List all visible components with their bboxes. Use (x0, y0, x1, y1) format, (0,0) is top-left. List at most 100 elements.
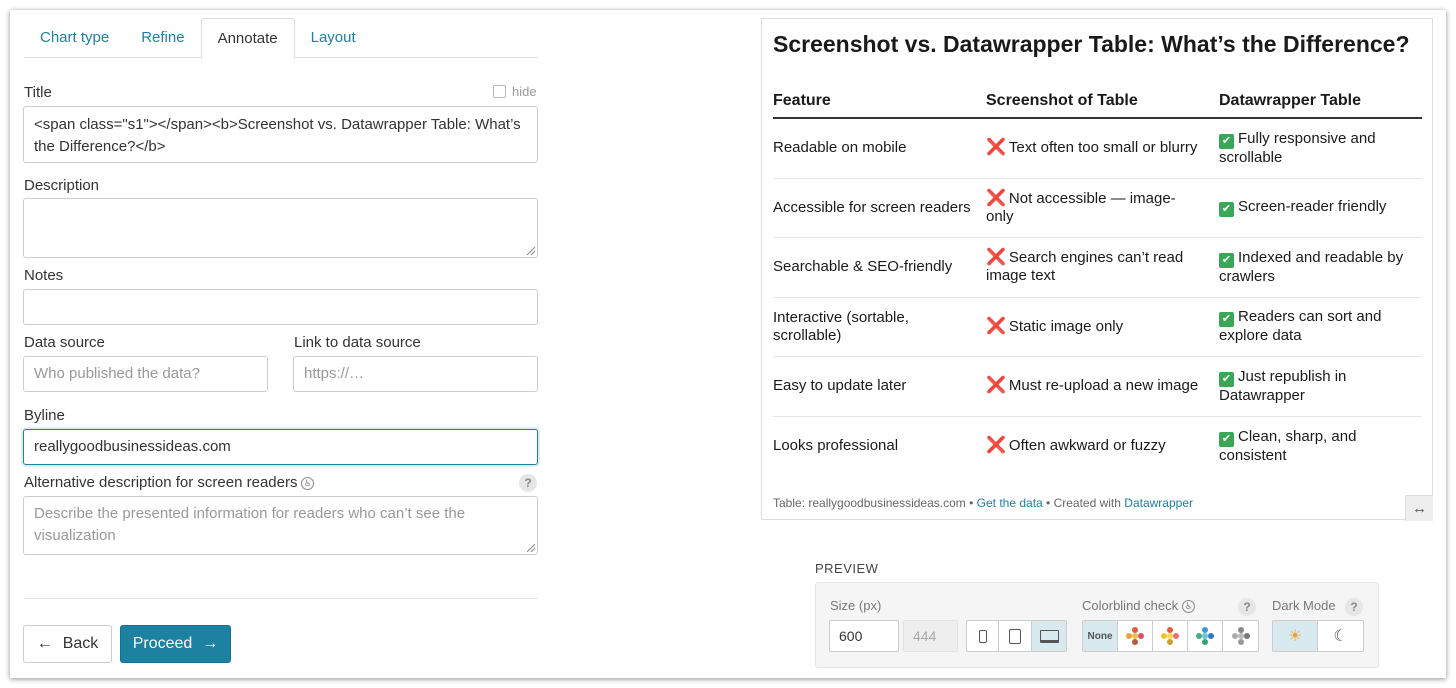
x-icon: ❌ (986, 317, 1006, 335)
screenshot-cell: ❌ Must re-upload a new image (986, 377, 1219, 395)
datawrapper-cell: ✔ Clean, sharp, and consistent (1219, 428, 1422, 465)
table-footer: Table: reallygoodbusinessideas.com • Get… (773, 496, 1193, 510)
help-icon[interactable]: ? (519, 474, 537, 492)
colorblind-grayscale-button[interactable] (1223, 621, 1258, 651)
feature-cell: Interactive (sortable, scrollable) (773, 309, 986, 345)
colorblind-none-button[interactable]: None (1083, 621, 1118, 651)
help-icon[interactable]: ? (1238, 598, 1256, 616)
screenshot-text: Search engines can’t read image text (986, 249, 1184, 285)
preview-heading: PREVIEW (815, 561, 879, 576)
alt-description-placeholder: Describe the presented information for r… (34, 505, 466, 544)
moon-icon[interactable]: ☾ (1318, 621, 1363, 651)
resize-preview-icon[interactable]: ↔ (1405, 495, 1433, 521)
tab-layout[interactable]: Layout (295, 18, 372, 57)
height-input: 444 (903, 620, 958, 652)
check-icon: ✔ (1219, 202, 1234, 218)
tab-refine[interactable]: Refine (125, 18, 200, 57)
datawrapper-cell: ✔ Fully responsive and scrollable (1219, 130, 1422, 167)
phone-button[interactable] (967, 621, 999, 651)
title-textarea[interactable]: <span class="s1"></span><b>Screenshot vs… (23, 106, 538, 163)
byline-label: Byline (24, 407, 65, 424)
screenshot-text: Static image only (1008, 317, 1124, 335)
comparison-table: Feature Screenshot of Table Datawrapper … (773, 85, 1422, 476)
table-title: Screenshot vs. Datawrapper Table: What’s… (773, 31, 1410, 57)
table-row: Easy to update later ❌ Must re-upload a ne… (773, 357, 1422, 417)
datawrapper-text: Readers can sort and explore data (1219, 308, 1382, 345)
notes-label: Notes (24, 267, 64, 284)
get-data-link[interactable]: Get the data (977, 496, 1043, 510)
proceed-button[interactable]: Proceed → (120, 625, 231, 663)
step-tabs: Chart type Refine Annotate Layout (24, 18, 538, 59)
table-header-row: Feature Screenshot of Table Datawrapper … (773, 85, 1422, 119)
tab-annotate[interactable]: Annotate (200, 18, 295, 59)
data-source-label: Data source (24, 334, 105, 351)
feature-text: Readable on mobile (773, 139, 907, 157)
tab-chart-type[interactable]: Chart type (24, 18, 125, 57)
width-input[interactable]: 600 (829, 620, 899, 652)
screenshot-text: Text often too small or blurry (1008, 139, 1198, 157)
arrow-right-icon: → (202, 635, 219, 652)
datawrapper-cell: ✔ Screen-reader friendly (1219, 198, 1422, 218)
colorblind-tritanopia-button[interactable] (1188, 621, 1223, 651)
byline-input[interactable]: reallygoodbusinessideas.com (23, 429, 538, 465)
x-icon: ❌ (986, 377, 1006, 395)
check-icon: ✔ (1219, 371, 1234, 387)
hide-checkbox[interactable] (493, 85, 506, 98)
back-label: Back (62, 635, 99, 652)
table-header-cell[interactable]: Screenshot of Table (986, 92, 1219, 110)
sun-icon[interactable]: ☀ (1273, 621, 1318, 651)
notes-input[interactable] (23, 289, 538, 325)
link-input[interactable]: https://… (293, 356, 538, 392)
screenshot-cell: ❌ Not accessible — image-only (986, 190, 1219, 226)
table-header-cell[interactable]: Datawrapper Table (1219, 92, 1422, 110)
feature-cell: Looks professional (773, 437, 986, 455)
feature-cell: Searchable & SEO-friendly (773, 258, 986, 276)
datawrapper-link[interactable]: Datawrapper (1124, 496, 1193, 510)
proceed-label: Proceed (132, 635, 193, 652)
color-dots-icon (1126, 627, 1144, 645)
x-icon: ❌ (986, 249, 1006, 267)
phone-icon (978, 629, 987, 643)
x-icon: ❌ (986, 437, 1006, 455)
screenshot-cell: ❌ Search engines can’t read image text (986, 249, 1219, 285)
colorblind-deuteranopia-button[interactable] (1153, 621, 1188, 651)
screenshot-text: Often awkward or fuzzy (1008, 437, 1166, 455)
desktop-button[interactable] (1032, 621, 1066, 651)
data-source-input[interactable]: Who published the data? (23, 356, 268, 392)
device-buttons (966, 620, 1067, 652)
color-dots-icon (1161, 627, 1179, 645)
check-icon: ✔ (1219, 431, 1234, 447)
accessibility-icon: ♿ (1182, 600, 1196, 614)
table-row: Searchable & SEO-friendly ❌ Search engines… (773, 238, 1422, 298)
check-icon: ✔ (1219, 133, 1234, 149)
title-value: <span class="s1"></span><b>Screenshot vs… (34, 116, 521, 155)
resize-handle[interactable] (527, 247, 535, 255)
color-dots-icon (1196, 627, 1214, 645)
dark-mode-buttons: ☀ ☾ (1272, 620, 1364, 652)
screenshot-text: Must re-upload a new image (1008, 377, 1199, 395)
link-label: Link to data source (294, 334, 421, 351)
resize-handle[interactable] (527, 544, 535, 552)
dark-mode-label: Dark Mode (1272, 598, 1336, 613)
datawrapper-text: Fully responsive and scrollable (1219, 129, 1376, 166)
x-icon: ❌ (986, 189, 1006, 207)
hide-title-toggle[interactable]: hide (493, 84, 537, 99)
arrow-left-icon: ← (36, 635, 53, 652)
screenshot-cell: ❌ Often awkward or fuzzy (986, 437, 1219, 455)
help-icon[interactable]: ? (1345, 598, 1363, 616)
table-body: Readable on mobile ❌ Text often too small … (773, 119, 1422, 476)
description-label: Description (24, 177, 100, 194)
tablet-button[interactable] (999, 621, 1032, 651)
datawrapper-text: Screen-reader friendly (1238, 198, 1387, 216)
back-button[interactable]: ← Back (23, 625, 112, 663)
alt-description-textarea[interactable]: Describe the presented information for r… (23, 496, 538, 555)
colorblind-protanopia-button[interactable] (1118, 621, 1153, 651)
datawrapper-text: Indexed and readable by crawlers (1219, 248, 1404, 285)
table-header-cell[interactable]: Feature (773, 92, 986, 110)
table-row: Accessible for screen readers ❌ Not access… (773, 179, 1422, 238)
feature-text: Easy to update later (773, 377, 907, 395)
table-row: Readable on mobile ❌ Text often too small … (773, 119, 1422, 179)
description-textarea[interactable] (23, 198, 538, 258)
colorblind-label: Colorblind check ♿ (1082, 598, 1196, 614)
datawrapper-text: Just republish in Datawrapper (1219, 367, 1347, 404)
